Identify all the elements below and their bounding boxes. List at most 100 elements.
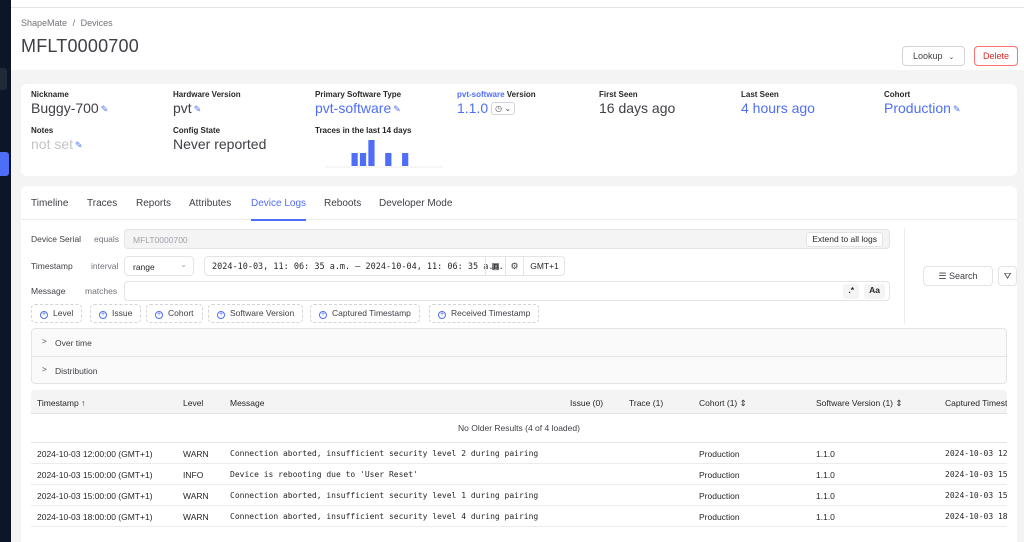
cell-cohort: Production: [699, 470, 740, 480]
cohort-link[interactable]: Production: [884, 100, 951, 116]
timezone-selector[interactable]: GMT+1: [523, 257, 565, 275]
cell-message: Device is rebooting due to 'User Reset': [230, 470, 418, 479]
filter-label: Issue: [112, 308, 133, 318]
add-filter-software-version[interactable]: + Software Version: [208, 304, 304, 323]
traces-sparkline-label: Traces in the last 14 days: [315, 126, 412, 135]
last-seen-value[interactable]: 4 hours ago: [741, 100, 815, 116]
pencil-icon[interactable]: ✎: [953, 104, 961, 115]
config-state-field: Config State Never reported: [173, 126, 266, 152]
filter-options-button[interactable]: ⛛: [998, 266, 1017, 286]
add-filter-captured-timestamp[interactable]: + Captured Timestamp: [310, 304, 420, 323]
breadcrumb-devices[interactable]: Devices: [81, 18, 113, 28]
cell-captured-timestamp: 2024-10-03 18:00:00: [945, 512, 1007, 521]
cell-captured-timestamp: 2024-10-03 12:00:00: [945, 449, 1007, 458]
sidebar-item-active[interactable]: [0, 152, 9, 176]
cell-cohort: Production: [699, 512, 740, 522]
tab-traces[interactable]: Traces: [87, 198, 117, 209]
serial-input[interactable]: MFLT0000700 Extend to all logs: [124, 229, 890, 249]
tab-device-logs[interactable]: Device Logs: [251, 198, 307, 221]
chevron-right-icon: >: [42, 337, 47, 346]
software-version-value[interactable]: 1.1.0: [457, 100, 488, 116]
search-button[interactable]: ☰ Search: [923, 266, 993, 286]
table-row[interactable]: 2024-10-03 15:00:00 (GMT+1) INFO Device …: [31, 464, 1007, 485]
filter-label: Captured Timestamp: [332, 308, 411, 318]
case-sensitive-toggle[interactable]: Aa: [864, 284, 885, 299]
accordion-distribution[interactable]: > Distribution: [32, 356, 1006, 383]
add-filter-issue[interactable]: + Issue: [90, 304, 142, 323]
device-info-card: Nickname Buggy-700 ✎ Notes not set ✎ Hardw…: [21, 84, 1017, 176]
message-input[interactable]: .* Aa: [124, 281, 890, 301]
notes-field: Notes not set ✎: [31, 126, 83, 152]
main-content: ShapeMate / Devices MFLT0000700 Lookup ⌄ …: [11, 0, 1024, 542]
timestamp-operator: interval: [91, 261, 119, 271]
tab-timeline[interactable]: Timeline: [31, 198, 68, 209]
last-seen-label: Last Seen: [741, 90, 779, 99]
version-history-dropdown[interactable]: ◷ ⌄: [491, 102, 516, 115]
breadcrumb-project[interactable]: ShapeMate: [21, 18, 67, 28]
tab-developer-mode[interactable]: Developer Mode: [379, 198, 452, 209]
tab-reboots[interactable]: Reboots: [324, 198, 361, 209]
column-issue: Issue (0): [570, 398, 604, 408]
software-type-link[interactable]: pvt-software: [457, 90, 505, 99]
cell-timestamp: 2024-10-03 18:00:00 (GMT+1): [37, 512, 153, 522]
sparkline-bar[interactable]: [359, 153, 367, 166]
traces-sparkline-chart: [325, 140, 443, 168]
sparkline-bar[interactable]: [402, 153, 409, 166]
divider: [904, 228, 905, 324]
sparkline-bar[interactable]: [368, 140, 375, 166]
nickname-field: Nickname Buggy-700 ✎: [31, 90, 108, 116]
cell-message: Connection aborted, insufficient securit…: [230, 512, 539, 521]
cell-timestamp: 2024-10-03 15:00:00 (GMT+1): [37, 470, 153, 480]
cell-level: WARN: [183, 449, 209, 459]
accordion-label: Over time: [55, 338, 92, 348]
software-version-label: Version: [504, 90, 536, 99]
column-software-version[interactable]: Software Version (1) ⇕: [816, 398, 903, 409]
column-timestamp[interactable]: Timestamp ↑: [37, 398, 85, 408]
nickname-value: Buggy-700: [31, 100, 99, 116]
lookup-label: Lookup: [913, 51, 943, 61]
config-state-value: Never reported: [173, 136, 267, 152]
lookup-button[interactable]: Lookup ⌄: [902, 46, 966, 66]
table-row[interactable]: 2024-10-03 15:00:00 (GMT+1) WARN Connect…: [31, 485, 1007, 506]
tab-reports[interactable]: Reports: [136, 198, 171, 209]
table-row[interactable]: 2024-10-03 12:00:00 (GMT+1) WARN Connect…: [31, 443, 1007, 464]
regex-toggle[interactable]: .*: [843, 284, 859, 299]
add-filter-cohort[interactable]: + Cohort: [146, 304, 203, 323]
interval-mode-value: range: [133, 262, 155, 272]
serial-label: Device Serial: [31, 234, 82, 244]
delete-button[interactable]: Delete: [974, 46, 1018, 66]
chevron-down-icon: ⌄: [504, 104, 512, 113]
table-row[interactable]: 2024-10-03 18:00:00 (GMT+1) WARN Connect…: [31, 506, 1007, 527]
sparkline-bar[interactable]: [385, 153, 392, 166]
query-row-serial: Device Serial equals MFLT0000700 Extend …: [31, 229, 901, 249]
load-status: No Older Results (4 of 4 loaded): [31, 414, 1007, 443]
timestamp-range-input[interactable]: 2024-10-03, 11: 06: 35 a.m. – 2024-10-04…: [204, 256, 565, 276]
first-seen-label: First Seen: [599, 90, 638, 99]
gear-icon[interactable]: ⚙: [505, 257, 523, 275]
serial-operator: equals: [94, 234, 120, 244]
software-version-field: pvt-software Version 1.1.0 ◷ ⌄: [457, 90, 536, 116]
column-cohort[interactable]: Cohort (1) ⇕: [699, 398, 747, 409]
pencil-icon[interactable]: ✎: [101, 104, 109, 115]
tab-attributes[interactable]: Attributes: [189, 198, 231, 209]
sparkline-bar[interactable]: [351, 153, 358, 166]
calendar-icon[interactable]: ▦: [485, 257, 505, 275]
timestamp-range-value: 2024-10-03, 11: 06: 35 a.m. – 2024-10-04…: [212, 262, 504, 272]
accordion-label: Distribution: [55, 366, 98, 376]
accordion-over-time[interactable]: > Over time: [32, 329, 1006, 356]
cell-software-version: 1.1.0: [816, 491, 835, 501]
add-filter-received-timestamp[interactable]: + Received Timestamp: [429, 304, 540, 323]
page-header: ShapeMate / Devices MFLT0000700 Lookup ⌄ …: [11, 8, 1024, 70]
primary-software-type-link[interactable]: pvt-software: [315, 100, 391, 116]
add-filter-level[interactable]: + Level: [31, 304, 83, 323]
pencil-icon[interactable]: ✎: [393, 104, 401, 115]
sidebar-item[interactable]: [0, 68, 7, 90]
pencil-icon[interactable]: ✎: [194, 104, 202, 115]
interval-mode-select[interactable]: range ⌄: [124, 256, 194, 276]
plus-circle-icon: +: [155, 311, 163, 319]
pencil-icon[interactable]: ✎: [75, 140, 83, 151]
notes-value: not set: [31, 136, 74, 152]
cell-software-version: 1.1.0: [816, 512, 835, 522]
top-bar: [11, 0, 1024, 8]
extend-to-all-logs-button[interactable]: Extend to all logs: [806, 232, 883, 247]
